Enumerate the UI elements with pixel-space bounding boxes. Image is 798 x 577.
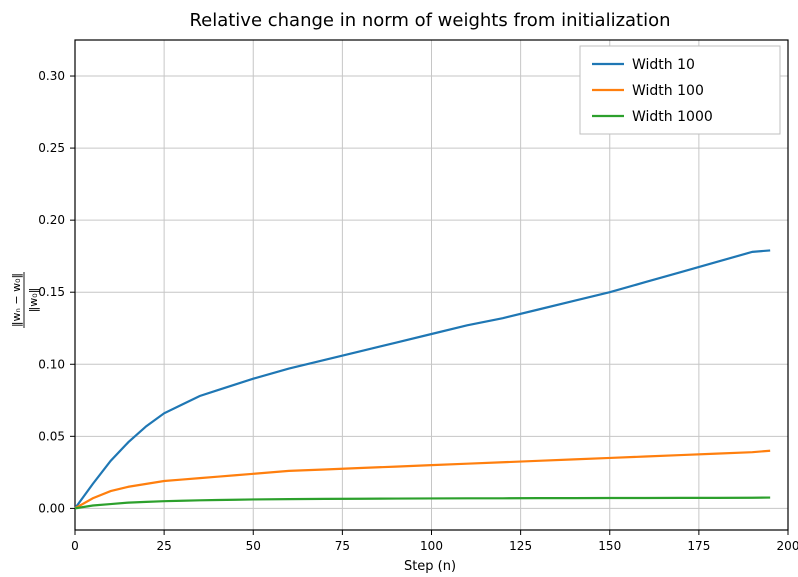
legend: Width 10 Width 100 Width 1000 <box>580 46 780 134</box>
ytick-label: 0.10 <box>38 357 65 371</box>
xtick-label: 175 <box>687 539 710 553</box>
xtick-label: 50 <box>246 539 261 553</box>
legend-label: Width 100 <box>632 83 704 99</box>
legend-label: Width 10 <box>632 57 695 73</box>
xtick-label: 200 <box>777 539 798 553</box>
chart-root: Relative change in norm of weights from … <box>0 0 798 577</box>
x-axis-label: Step (n) <box>404 559 456 574</box>
series-w1000 <box>75 498 770 509</box>
xtick-label: 25 <box>156 539 171 553</box>
xtick-label: 75 <box>335 539 350 553</box>
ytick-label: 0.00 <box>38 501 65 515</box>
svg-text:‖wₙ − w₀‖: ‖wₙ − w₀‖ <box>10 273 23 327</box>
chart-title: Relative change in norm of weights from … <box>189 10 670 31</box>
xtick-label: 125 <box>509 539 532 553</box>
ytick-label: 0.05 <box>38 429 65 443</box>
plot-area: 0 25 50 75 100 125 150 175 200 0.00 0.05 0.10 0.15 0.… <box>38 40 798 553</box>
ytick-label: 0.25 <box>38 141 65 155</box>
legend-label: Width 1000 <box>632 109 713 125</box>
ytick-label: 0.30 <box>38 69 65 83</box>
ytick-label: 0.20 <box>38 213 65 227</box>
y-axis-label: ‖wₙ − w₀‖ ‖w₀‖ <box>10 272 40 328</box>
xtick-label: 100 <box>420 539 443 553</box>
xtick-label: 0 <box>71 539 79 553</box>
series-w10 <box>75 250 770 508</box>
xtick-label: 150 <box>598 539 621 553</box>
ytick-label: 0.15 <box>38 285 65 299</box>
svg-text:‖w₀‖: ‖w₀‖ <box>27 288 40 312</box>
